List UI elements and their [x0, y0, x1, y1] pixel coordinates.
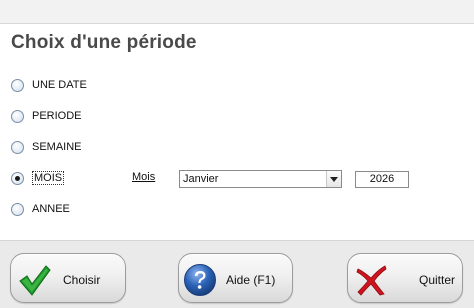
radio-label: MOIS [32, 171, 65, 185]
radio-periode[interactable]: PERIODE [11, 108, 82, 124]
radio-label: UNE DATE [32, 79, 87, 91]
radio-une-date[interactable]: UNE DATE [11, 77, 87, 93]
radio-button[interactable] [11, 78, 24, 92]
year-input[interactable]: 2026 [355, 171, 409, 188]
choisir-button[interactable]: Choisir [10, 253, 126, 303]
radio-button[interactable] [11, 140, 24, 154]
page-title: Choix d'une période [11, 32, 197, 53]
radio-annee[interactable]: ANNEE [11, 201, 70, 217]
checkmark-icon [19, 265, 51, 296]
help-icon [184, 264, 216, 296]
radio-mois[interactable]: MOIS [11, 170, 65, 186]
radio-button[interactable] [11, 202, 24, 216]
dropdown-button[interactable] [326, 171, 341, 187]
window-top-strip [0, 0, 474, 24]
radio-button[interactable] [11, 109, 24, 123]
aide-button[interactable]: Aide (F1) [178, 253, 293, 303]
cross-icon [356, 265, 387, 296]
radio-label: SEMAINE [32, 141, 82, 153]
month-select[interactable]: Janvier [179, 170, 342, 188]
radio-label: PERIODE [32, 110, 82, 122]
choisir-button-label: Choisir [63, 273, 101, 287]
divider [0, 240, 474, 241]
month-field-label-text: Mois [132, 171, 156, 183]
content-panel [0, 24, 474, 240]
chevron-down-icon [330, 176, 338, 182]
month-field-label: Mois [132, 171, 155, 183]
radio-semaine[interactable]: SEMAINE [11, 139, 82, 155]
radio-label: ANNEE [32, 203, 70, 215]
quitter-button[interactable]: Quitter [347, 253, 463, 303]
quitter-button-label: Quitter [419, 273, 456, 287]
month-select-value: Janvier [183, 173, 219, 185]
aide-button-label: Aide (F1) [226, 273, 276, 287]
radio-button-checked[interactable] [11, 171, 24, 185]
